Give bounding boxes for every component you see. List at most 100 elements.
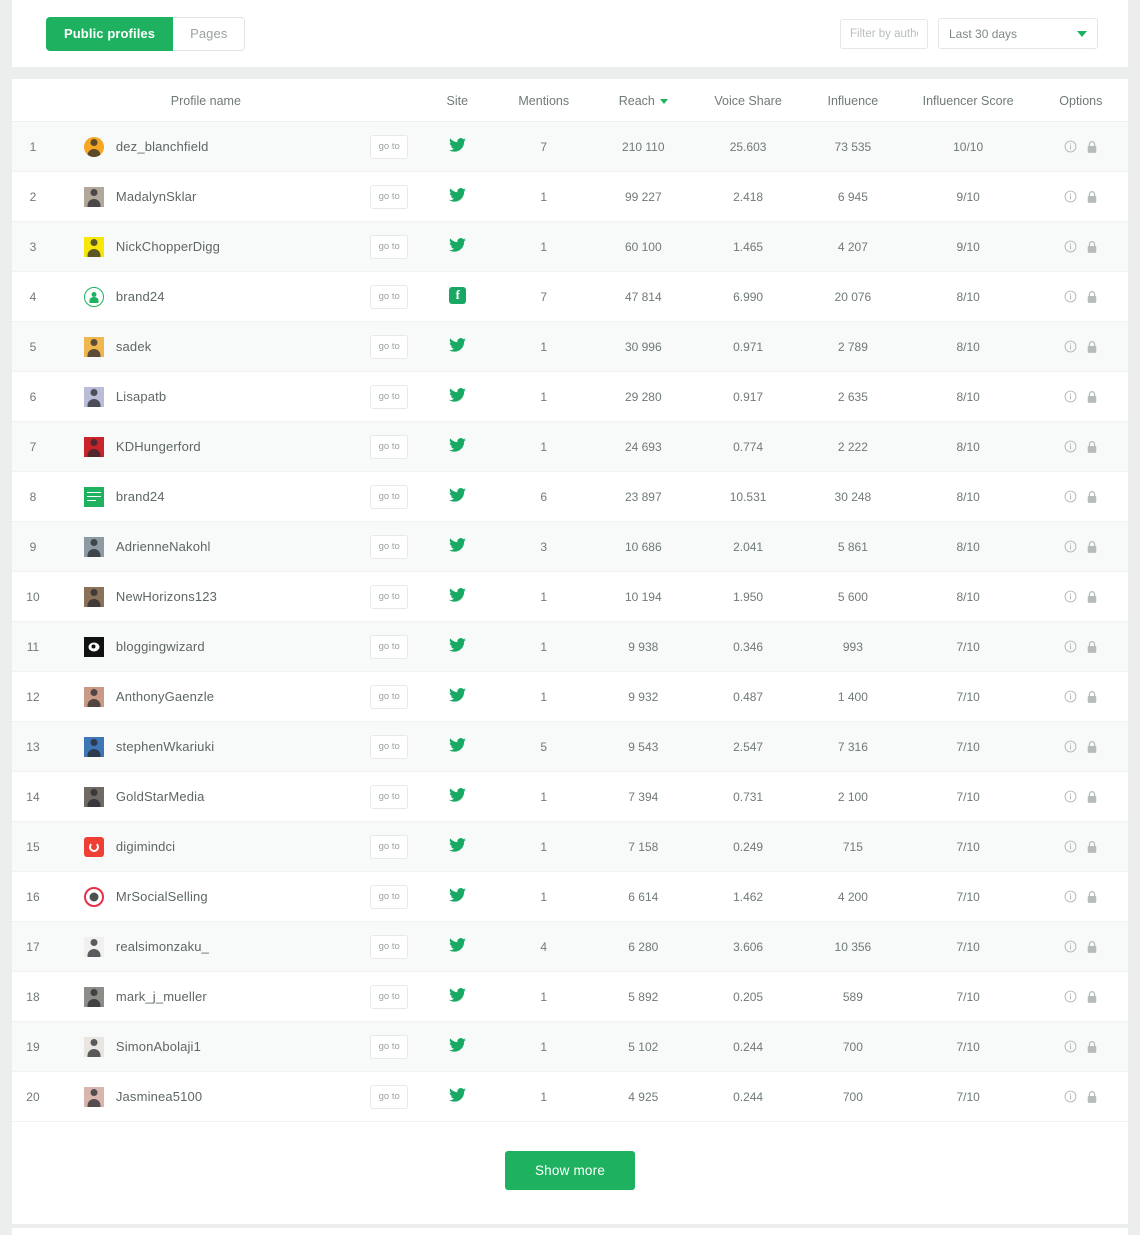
table-row[interactable]: 10 NewHorizons123 go to 1 10 194 1.950 5 600 8/… <box>12 571 1128 622</box>
go-to-button[interactable]: go to <box>370 234 409 259</box>
go-to-button[interactable]: go to <box>370 734 409 759</box>
info-circle-icon[interactable] <box>1064 590 1077 603</box>
column-profile-name[interactable]: Profile name <box>53 79 358 122</box>
info-circle-icon[interactable] <box>1064 340 1077 353</box>
row-profile-name[interactable]: sadek <box>53 321 358 372</box>
table-row[interactable]: 7 KDHungerford go to 1 24 693 0.774 2 222 8/10 <box>12 421 1128 472</box>
row-profile-name[interactable]: bloggingwizard <box>53 621 358 672</box>
table-row[interactable]: 2 MadalynSklar go to 1 99 227 2.418 6 945 9/10 <box>12 171 1128 222</box>
info-circle-icon[interactable] <box>1064 240 1077 253</box>
table-row[interactable]: 18 mark_j_mueller go to 1 5 892 0.205 589 7/10 <box>12 971 1128 1022</box>
table-row[interactable]: 9 AdrienneNakohl go to 3 10 686 2.041 5 861 8/1… <box>12 521 1128 572</box>
lock-icon[interactable] <box>1086 440 1098 454</box>
twitter-icon[interactable] <box>448 1088 466 1102</box>
column-influencer-score[interactable]: Influencer Score <box>902 79 1034 122</box>
info-circle-icon[interactable] <box>1064 790 1077 803</box>
table-row[interactable]: 20 Jasminea5100 go to 1 4 925 0.244 700 7/10 <box>12 1071 1128 1122</box>
row-profile-name[interactable]: MrSocialSelling <box>53 871 358 922</box>
go-to-button[interactable]: go to <box>370 934 409 959</box>
twitter-icon[interactable] <box>448 588 466 602</box>
go-to-button[interactable]: go to <box>370 584 409 609</box>
go-to-button[interactable]: go to <box>370 884 409 909</box>
table-row[interactable]: 1 dez_blanchfield go to 7 210 110 25.603 73 53… <box>12 121 1128 172</box>
facebook-icon[interactable] <box>448 286 466 304</box>
row-profile-name[interactable]: GoldStarMedia <box>53 771 358 822</box>
row-profile-name[interactable]: brand24 <box>53 471 358 522</box>
info-circle-icon[interactable] <box>1064 1090 1077 1103</box>
info-circle-icon[interactable] <box>1064 490 1077 503</box>
row-profile-name[interactable]: NewHorizons123 <box>53 571 358 622</box>
go-to-button[interactable]: go to <box>370 534 409 559</box>
table-row[interactable]: 17 realsimonzaku_ go to 4 6 280 3.606 10 356 7/… <box>12 921 1128 972</box>
column-mentions[interactable]: Mentions <box>493 79 594 122</box>
twitter-icon[interactable] <box>448 788 466 802</box>
lock-icon[interactable] <box>1086 140 1098 154</box>
info-circle-icon[interactable] <box>1064 990 1077 1003</box>
column-influence[interactable]: Influence <box>803 79 903 122</box>
row-profile-name[interactable]: brand24 <box>53 271 358 322</box>
row-profile-name[interactable]: AdrienneNakohl <box>53 521 358 572</box>
row-profile-name[interactable]: NickChopperDigg <box>53 221 358 272</box>
row-profile-name[interactable]: AnthonyGaenzle <box>53 671 358 722</box>
info-circle-icon[interactable] <box>1064 640 1077 653</box>
go-to-button[interactable]: go to <box>370 1034 409 1059</box>
table-row[interactable]: 12 AnthonyGaenzle go to 1 9 932 0.487 1 400 7/1… <box>12 671 1128 722</box>
info-circle-icon[interactable] <box>1064 190 1077 203</box>
go-to-button[interactable]: go to <box>370 834 409 859</box>
row-profile-name[interactable]: Lisapatb <box>53 371 358 422</box>
lock-icon[interactable] <box>1086 890 1098 904</box>
info-circle-icon[interactable] <box>1064 290 1077 303</box>
info-circle-icon[interactable] <box>1064 690 1077 703</box>
lock-icon[interactable] <box>1086 590 1098 604</box>
tab-public-profiles[interactable]: Public profiles <box>46 16 174 51</box>
table-row[interactable]: 11 bloggingwizard go to 1 9 938 0.346 993 7/10 <box>12 621 1128 672</box>
row-profile-name[interactable]: MadalynSklar <box>53 171 358 222</box>
lock-icon[interactable] <box>1086 190 1098 204</box>
date-range-select[interactable]: Last 30 days <box>938 18 1098 49</box>
go-to-button[interactable]: go to <box>370 984 409 1009</box>
go-to-button[interactable]: go to <box>370 684 409 709</box>
table-row[interactable]: 19 SimonAbolaji1 go to 1 5 102 0.244 700 7/10 <box>12 1021 1128 1072</box>
column-site[interactable]: Site <box>420 79 494 122</box>
info-circle-icon[interactable] <box>1064 140 1077 153</box>
row-profile-name[interactable]: Jasminea5100 <box>53 1071 358 1122</box>
table-row[interactable]: 8 brand24 go to 6 23 897 10.531 30 248 8/10 <box>12 471 1128 522</box>
twitter-icon[interactable] <box>448 888 466 902</box>
info-circle-icon[interactable] <box>1064 440 1077 453</box>
go-to-button[interactable]: go to <box>370 284 409 309</box>
go-to-button[interactable]: go to <box>370 134 409 159</box>
twitter-icon[interactable] <box>448 388 466 402</box>
show-more-button[interactable]: Show more <box>504 1151 636 1190</box>
lock-icon[interactable] <box>1086 690 1098 704</box>
go-to-button[interactable]: go to <box>370 484 409 509</box>
column-reach[interactable]: Reach <box>593 79 694 122</box>
info-circle-icon[interactable] <box>1064 540 1077 553</box>
go-to-button[interactable]: go to <box>370 384 409 409</box>
go-to-button[interactable]: go to <box>370 434 409 459</box>
lock-icon[interactable] <box>1086 740 1098 754</box>
lock-icon[interactable] <box>1086 290 1098 304</box>
lock-icon[interactable] <box>1086 640 1098 654</box>
table-row[interactable]: 3 NickChopperDigg go to 1 60 100 1.465 4 207 9/… <box>12 221 1128 272</box>
twitter-icon[interactable] <box>448 938 466 952</box>
table-row[interactable]: 4 brand24 go to 747 8146.99020 0768/10 <box>12 271 1128 322</box>
info-circle-icon[interactable] <box>1064 890 1077 903</box>
lock-icon[interactable] <box>1086 790 1098 804</box>
twitter-icon[interactable] <box>448 538 466 552</box>
lock-icon[interactable] <box>1086 490 1098 504</box>
twitter-icon[interactable] <box>448 188 466 202</box>
go-to-button[interactable]: go to <box>370 784 409 809</box>
table-row[interactable]: 16 MrSocialSelling go to 1 6 614 1.462 4 200 7/… <box>12 871 1128 922</box>
table-row[interactable]: 13 stephenWkariuki go to 5 9 543 2.547 7 316 7/… <box>12 721 1128 772</box>
info-circle-icon[interactable] <box>1064 390 1077 403</box>
lock-icon[interactable] <box>1086 340 1098 354</box>
twitter-icon[interactable] <box>448 488 466 502</box>
table-row[interactable]: 6 Lisapatb go to 1 29 280 0.917 2 635 8/10 <box>12 371 1128 422</box>
row-profile-name[interactable]: realsimonzaku_ <box>53 921 358 972</box>
lock-icon[interactable] <box>1086 390 1098 404</box>
twitter-icon[interactable] <box>448 1038 466 1052</box>
row-profile-name[interactable]: stephenWkariuki <box>53 721 358 772</box>
go-to-button[interactable]: go to <box>370 1084 409 1109</box>
info-circle-icon[interactable] <box>1064 1040 1077 1053</box>
row-profile-name[interactable]: digimindci <box>53 821 358 872</box>
